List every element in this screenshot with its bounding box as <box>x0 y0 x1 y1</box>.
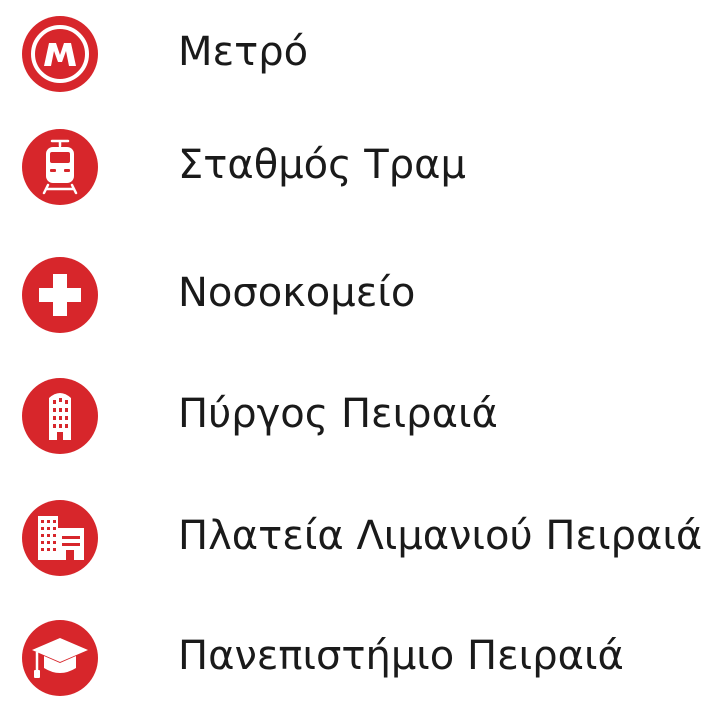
map-legend: Μετρό Σταθμός Τραμ Νοσοκομείο Πύργος Πει… <box>0 0 714 707</box>
legend-label: Νοσοκομείο <box>178 270 416 316</box>
legend-label: Σταθμός Τραμ <box>178 142 466 188</box>
graduation-cap-icon <box>22 620 98 696</box>
legend-label: Πύργος Πειραιά <box>178 391 498 437</box>
metro-icon <box>22 16 98 92</box>
tower-building-icon <box>22 378 98 454</box>
legend-item-tower: Πύργος Πειραιά <box>0 378 714 468</box>
legend-item-square: Πλατεία Λιμανιού Πειραιά <box>0 500 714 590</box>
legend-label: Πανεπιστήμιο Πειραιά <box>178 633 624 679</box>
legend-label: Πλατεία Λιμανιού Πειραιά <box>178 513 703 559</box>
legend-item-university: Πανεπιστήμιο Πειραιά <box>0 620 714 710</box>
legend-label: Μετρό <box>178 29 309 75</box>
square-buildings-icon <box>22 500 98 576</box>
legend-item-metro: Μετρό <box>0 16 714 106</box>
legend-item-tram: Σταθμός Τραμ <box>0 129 714 219</box>
hospital-cross-icon <box>22 257 98 333</box>
legend-item-hospital: Νοσοκομείο <box>0 257 714 347</box>
tram-icon <box>22 129 98 205</box>
